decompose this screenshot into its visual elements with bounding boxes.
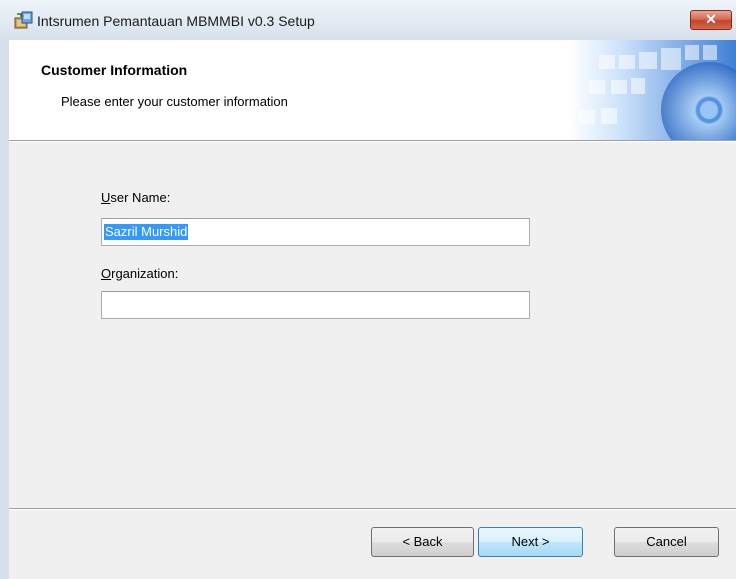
window-title: Intsrumen Pemantauan MBMMBI v0.3 Setup — [37, 13, 315, 29]
back-button[interactable]: < Back — [371, 527, 474, 557]
organization-label: Organization: — [101, 266, 179, 281]
organization-field[interactable] — [101, 291, 530, 319]
user-name-value: Sazril Murshid — [104, 224, 189, 240]
close-icon: ✕ — [705, 11, 717, 27]
page-title: Customer Information — [41, 62, 188, 78]
next-button[interactable]: Next > — [478, 527, 583, 557]
setup-window: Intsrumen Pemantauan MBMMBI v0.3 Setup ✕… — [0, 0, 736, 579]
window-frame — [0, 40, 9, 579]
page-header: Customer Information Please enter your c… — [9, 40, 736, 140]
user-name-field[interactable]: Sazril Murshid — [101, 218, 530, 246]
page-subtitle: Please enter your customer information — [61, 94, 288, 109]
user-name-label: User Name: — [101, 190, 171, 205]
banner-graphic — [569, 40, 736, 140]
close-button[interactable]: ✕ — [690, 10, 732, 30]
title-bar[interactable]: Intsrumen Pemantauan MBMMBI v0.3 Setup ✕ — [0, 0, 736, 40]
organization-value — [104, 297, 106, 313]
installer-icon — [14, 11, 34, 29]
cancel-button[interactable]: Cancel — [614, 527, 719, 557]
